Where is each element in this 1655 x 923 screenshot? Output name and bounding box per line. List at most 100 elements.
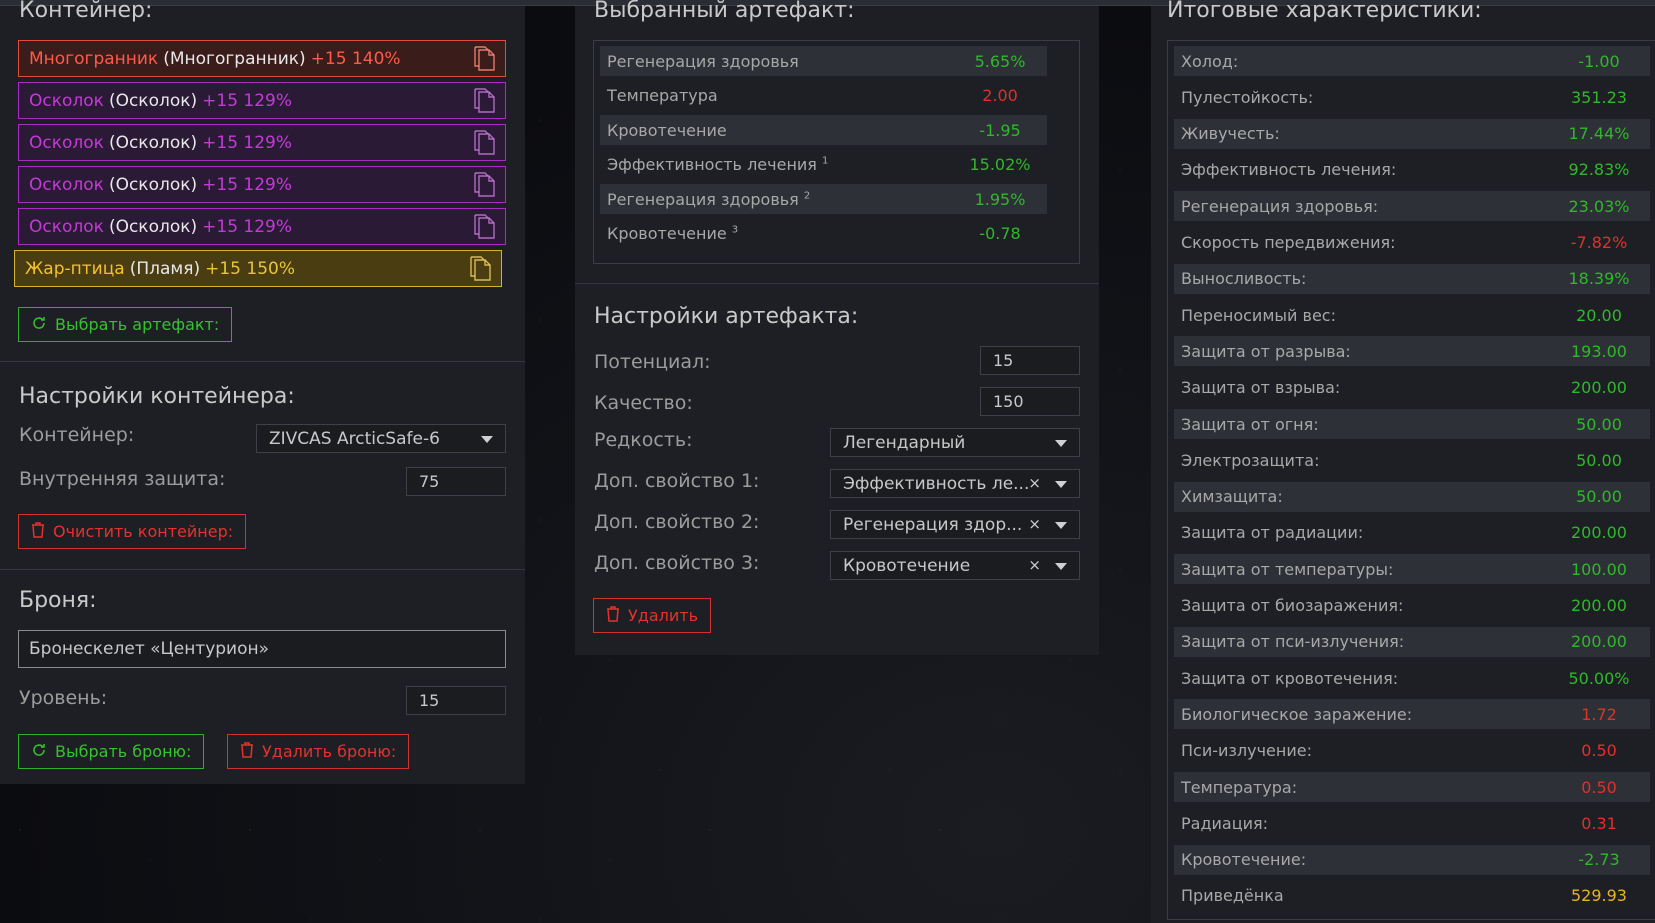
stat-value: 0.50 bbox=[1581, 777, 1617, 797]
stat-value: 17.44% bbox=[1568, 124, 1630, 144]
total-stat-row: Скорость передвижения: -7.82% bbox=[1174, 228, 1650, 258]
artifact-stat-row: Температура 2.00 bbox=[600, 81, 1047, 111]
armor-title: Броня: bbox=[19, 588, 97, 613]
extra3-value: Кровотечение bbox=[843, 555, 971, 576]
chevron-down-icon bbox=[1055, 440, 1067, 447]
total-stat-row: Защита от огня: 50.00 bbox=[1174, 409, 1650, 439]
extra2-value: Регенерация здор... bbox=[843, 514, 1023, 535]
choose-artifact-label: Выбрать артефакт: bbox=[55, 315, 220, 334]
clear-icon[interactable]: × bbox=[1028, 515, 1041, 533]
trash-icon bbox=[240, 741, 254, 762]
stat-label: Химзащита: bbox=[1181, 487, 1283, 507]
choose-artifact-button[interactable]: Выбрать артефакт: bbox=[18, 307, 233, 342]
stat-label: Защита от радиации: bbox=[1181, 523, 1364, 543]
stat-value: 1.95% bbox=[974, 189, 1026, 209]
total-stat-row: Защита от температуры: 100.00 bbox=[1174, 554, 1650, 585]
stat-label: Кровотечение bbox=[607, 120, 727, 140]
container-select-value: ZIVCAS ArcticSafe-6 bbox=[269, 428, 440, 449]
choose-armor-label: Выбрать броню: bbox=[55, 742, 192, 761]
artifact-stat-row: Кровотечение -1.95 bbox=[600, 115, 1047, 145]
total-stats-title: Итоговые характеристики: bbox=[1167, 0, 1482, 23]
quality-label: Качество: bbox=[594, 392, 693, 414]
extra1-select[interactable]: Эффективность ле... × bbox=[830, 469, 1080, 498]
stat-label: Кровотечение 3 bbox=[607, 224, 739, 243]
artifact-slot[interactable]: Осколок (Осколок) +15 129% bbox=[18, 82, 506, 119]
inner-protection-value: 75 bbox=[419, 472, 440, 491]
clear-container-button[interactable]: Очистить контейнер: bbox=[18, 514, 247, 549]
artifact-bonus: +15 129% bbox=[202, 216, 293, 237]
artifact-type: (Осколок) bbox=[108, 132, 198, 153]
inner-protection-input[interactable]: 75 bbox=[406, 467, 506, 496]
artifact-slot[interactable]: Осколок (Осколок) +15 129% bbox=[18, 124, 506, 161]
potential-input[interactable]: 15 bbox=[980, 346, 1080, 375]
copy-icon[interactable] bbox=[472, 214, 496, 240]
stat-label: Защита от взрыва: bbox=[1181, 378, 1341, 398]
copy-icon[interactable] bbox=[472, 46, 496, 72]
total-stat-row: Защита от кровотечения: 50.00% bbox=[1174, 663, 1650, 693]
clear-icon[interactable]: × bbox=[1028, 474, 1041, 492]
clear-icon[interactable]: × bbox=[1028, 556, 1041, 574]
rarity-select[interactable]: Легендарный bbox=[830, 428, 1080, 457]
artifact-name: Осколок bbox=[29, 174, 104, 195]
copy-icon[interactable] bbox=[472, 172, 496, 198]
total-stat-row: Радиация: 0.31 bbox=[1174, 808, 1650, 838]
choose-armor-button[interactable]: Выбрать броню: bbox=[18, 734, 205, 769]
artifact-slot[interactable]: Жар-птица (Пламя) +15 150% bbox=[14, 250, 502, 287]
chevron-down-icon bbox=[1055, 522, 1067, 529]
inner-protection-label: Внутренняя защита: bbox=[19, 468, 226, 490]
extra1-value: Эффективность ле... bbox=[843, 473, 1030, 494]
total-stat-row: Приведёнка 529.93 bbox=[1174, 881, 1650, 911]
potential-label: Потенциал: bbox=[594, 351, 711, 373]
stat-value: -1.00 bbox=[1578, 51, 1620, 71]
container-select[interactable]: ZIVCAS ArcticSafe-6 bbox=[256, 424, 506, 453]
level-input[interactable]: 15 bbox=[406, 686, 506, 715]
extra2-select[interactable]: Регенерация здор... × bbox=[830, 510, 1080, 539]
artifact-name: Жар-птица bbox=[25, 258, 125, 279]
stat-value: -1.95 bbox=[979, 120, 1021, 140]
extra3-select[interactable]: Кровотечение × bbox=[830, 551, 1080, 580]
stat-label: Выносливость: bbox=[1181, 269, 1307, 289]
artifact-slot[interactable]: Осколок (Осколок) +15 129% bbox=[18, 166, 506, 203]
stat-value: 200.00 bbox=[1571, 596, 1627, 615]
stat-label: Пси-излучение: bbox=[1181, 741, 1312, 761]
stat-label: Живучесть: bbox=[1181, 124, 1280, 144]
total-stat-row: Химзащита: 50.00 bbox=[1174, 481, 1650, 512]
delete-armor-button[interactable]: Удалить броню: bbox=[227, 734, 410, 769]
total-stat-row: Холод: -1.00 bbox=[1174, 46, 1650, 76]
stat-label: Кровотечение: bbox=[1181, 850, 1307, 870]
stat-label: Защита от биозаражения: bbox=[1181, 596, 1404, 615]
artifact-stat-row: Регенерация здоровья 2 1.95% bbox=[600, 184, 1047, 214]
extra3-label: Доп. свойство 3: bbox=[594, 552, 760, 574]
stat-label: Защита от огня: bbox=[1181, 414, 1319, 434]
stat-value: 0.31 bbox=[1581, 813, 1617, 833]
total-stat-row: Эффективность лечения: 92.83% bbox=[1174, 155, 1650, 185]
stat-value: 18.39% bbox=[1568, 269, 1630, 289]
quality-input[interactable]: 150 bbox=[980, 387, 1080, 416]
total-stat-row: Защита от пси-излучения: 200.00 bbox=[1174, 626, 1650, 657]
copy-icon[interactable] bbox=[468, 256, 492, 282]
stat-value: 15.02% bbox=[969, 155, 1031, 174]
stat-label: Температура: bbox=[1181, 777, 1298, 797]
total-stats-panel: Итоговые характеристики: Холод: -1.00 Пуле… bbox=[1151, 0, 1655, 923]
stat-value: 193.00 bbox=[1571, 341, 1627, 361]
stat-value: 20.00 bbox=[1576, 305, 1622, 325]
container-title: Контейнер: bbox=[19, 0, 153, 23]
divider bbox=[0, 361, 525, 362]
armor-field[interactable]: Бронескелет «Центурион» bbox=[18, 630, 506, 668]
stat-value: -2.73 bbox=[1578, 850, 1620, 870]
artifact-name: Осколок bbox=[29, 216, 104, 237]
copy-icon[interactable] bbox=[472, 130, 496, 156]
stat-label: Эффективность лечения: bbox=[1181, 160, 1397, 180]
total-stat-row: Защита от радиации: 200.00 bbox=[1174, 518, 1650, 548]
artifact-slot[interactable]: Многогранник (Многогранник) +15 140% bbox=[18, 40, 506, 77]
total-stat-row: Электрозащита: 50.00 bbox=[1174, 445, 1650, 475]
artifact-bonus: +15 140% bbox=[310, 48, 401, 69]
artifact-slot[interactable]: Осколок (Осколок) +15 129% bbox=[18, 208, 506, 245]
artifact-name: Осколок bbox=[29, 132, 104, 153]
refresh-icon bbox=[31, 315, 47, 335]
total-stat-row: Защита от взрыва: 200.00 bbox=[1174, 373, 1650, 403]
copy-icon[interactable] bbox=[472, 88, 496, 114]
stat-value: 50.00 bbox=[1576, 414, 1622, 434]
artifact-stat-row: Эффективность лечения 1 15.02% bbox=[600, 150, 1047, 180]
delete-artifact-button[interactable]: Удалить bbox=[593, 598, 711, 633]
